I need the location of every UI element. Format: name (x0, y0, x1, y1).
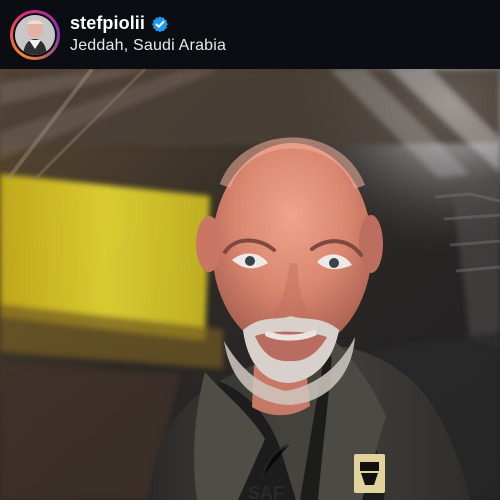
portrait-photo: SAF (0, 69, 500, 500)
location-link[interactable]: Jeddah, Saudi Arabia (70, 37, 480, 55)
verified-badge-icon (151, 15, 169, 33)
username-row: stefpiolii (70, 13, 480, 34)
avatar-photo-icon (15, 15, 55, 55)
post-header: stefpiolii Jeddah, Saudi Arabia (0, 0, 500, 69)
instagram-post: stefpiolii Jeddah, Saudi Arabia SAF (0, 0, 500, 500)
shirt-logo: SAF (248, 483, 284, 500)
username-link[interactable]: stefpiolii (70, 13, 145, 34)
avatar-border (13, 13, 57, 57)
profile-avatar[interactable] (10, 10, 60, 60)
post-author-info: stefpiolii Jeddah, Saudi Arabia (70, 13, 480, 57)
avatar-image (15, 15, 55, 55)
post-photo[interactable]: SAF (0, 69, 500, 500)
